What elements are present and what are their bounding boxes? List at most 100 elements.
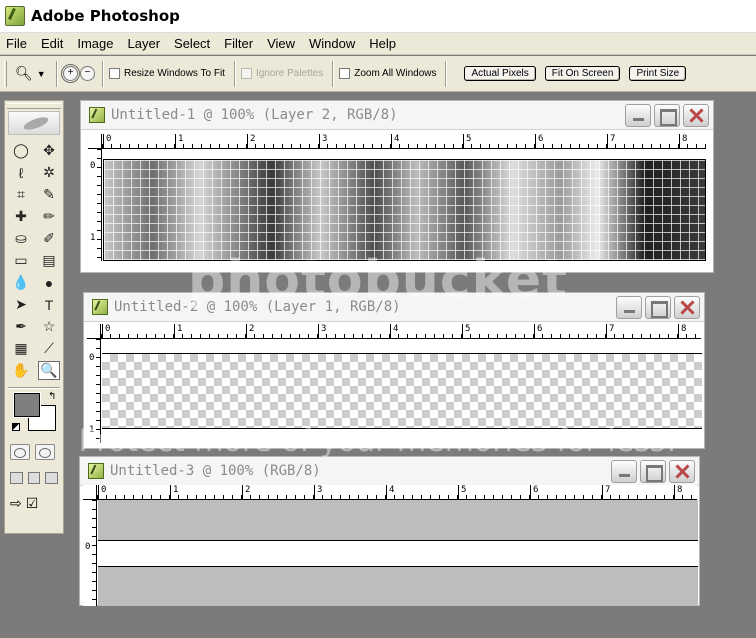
document-canvas-2-transparent[interactable]	[102, 353, 702, 429]
ruler-label: 8	[678, 134, 688, 149]
standard-screen-mode-icon[interactable]	[10, 472, 23, 484]
document-title-bar[interactable]: Untitled-3 @ 100% (RGB/8)	[80, 457, 699, 486]
ruler-label: 8	[673, 485, 683, 500]
menu-select[interactable]: Select	[167, 36, 217, 51]
document-canvas-1[interactable]	[103, 159, 706, 261]
tool-preset-picker[interactable]: 🔍︎ ▼	[15, 65, 51, 82]
stamp-icon[interactable]: ⛀	[10, 229, 32, 248]
path-selection-icon[interactable]: ➤	[10, 295, 32, 314]
horizontal-ruler[interactable]: 0 1 2 3 4 5 6 7 8	[101, 324, 701, 339]
standard-mode-icon[interactable]	[10, 444, 30, 460]
close-button[interactable]	[669, 460, 695, 483]
dropdown-arrow-icon: ▼	[36, 68, 46, 79]
toolbox-grip[interactable]	[7, 103, 61, 109]
ignore-palettes-checkbox: Ignore Palettes	[240, 68, 323, 79]
dodge-icon[interactable]: ●	[38, 273, 60, 292]
document-title: Untitled-3 @ 100% (RGB/8)	[110, 463, 321, 479]
ruler-label: 6	[534, 134, 544, 149]
type-icon[interactable]: T	[38, 295, 60, 314]
quick-mask-mode-icon[interactable]	[35, 444, 55, 460]
hand-icon[interactable]: ✋	[10, 361, 32, 380]
resize-windows-label: Resize Windows To Fit	[124, 68, 225, 79]
minimize-button[interactable]	[616, 296, 642, 319]
foreground-color-swatch[interactable]	[13, 392, 41, 418]
document-title-bar[interactable]: Untitled-1 @ 100% (Layer 2, RGB/8)	[81, 101, 713, 130]
lasso-icon[interactable]: ℓ	[10, 163, 32, 182]
minimize-button[interactable]	[625, 104, 651, 127]
vertical-ruler[interactable]: 0	[83, 500, 97, 606]
print-size-button[interactable]: Print Size	[629, 66, 687, 81]
menu-filter[interactable]: Filter	[217, 36, 260, 51]
swap-colors-icon[interactable]: ↰	[48, 391, 56, 402]
ruler-label: 3	[318, 134, 328, 149]
notes-icon[interactable]: ▦	[10, 339, 32, 358]
adobe-feather-icon[interactable]	[8, 111, 60, 135]
gradient-icon[interactable]: ▤	[38, 251, 60, 270]
move-icon[interactable]: ✥	[38, 141, 60, 160]
ruler-label: 5	[457, 485, 467, 500]
close-button[interactable]	[683, 104, 709, 127]
minimize-button[interactable]	[611, 460, 637, 483]
document-icon	[89, 107, 105, 123]
ruler-origin[interactable]	[83, 485, 97, 500]
jump-row: ⇨ ☑	[5, 491, 63, 516]
document-title-bar[interactable]: Untitled-2 @ 100% (Layer 1, RGB/8)	[84, 293, 704, 322]
document-window-3[interactable]: Untitled-3 @ 100% (RGB/8) 0 1 2 3 4 5 6 7 8 0	[79, 456, 700, 606]
toolbox: ◯ ✥ ℓ ✲ ⌗ ✎ ✚ ✏ ⛀ ✐ ▭ ▤ 💧 ● ➤ T ✒ ☆ ▦ ⟋ ✋ 🔍 ↰ ⇨ ☑	[4, 100, 64, 534]
full-screen-mode-icon[interactable]	[45, 472, 59, 484]
menu-layer[interactable]: Layer	[121, 36, 168, 51]
checkbox-box[interactable]	[339, 68, 351, 79]
document-window-1[interactable]: Untitled-1 @ 100% (Layer 2, RGB/8) 0 1 2 3 4…	[80, 100, 714, 273]
crop-icon[interactable]: ⌗	[10, 185, 32, 204]
blur-icon[interactable]: 💧	[10, 273, 32, 292]
checkbox-box[interactable]	[109, 68, 120, 79]
full-screen-menu-mode-icon[interactable]	[27, 472, 41, 484]
menu-help[interactable]: Help	[362, 36, 403, 51]
slice-icon[interactable]: ✎	[38, 185, 60, 204]
zoom-out-icon[interactable]: −	[80, 66, 95, 81]
zoom-all-windows-checkbox[interactable]: Zoom All Windows	[339, 68, 436, 79]
menu-image[interactable]: Image	[70, 36, 120, 51]
maximize-button[interactable]	[645, 296, 671, 319]
maximize-button[interactable]	[640, 460, 666, 483]
horizontal-ruler[interactable]: 0 1 2 3 4 5 6 7 8	[97, 485, 697, 500]
menu-edit[interactable]: Edit	[34, 36, 70, 51]
fit-on-screen-button[interactable]: Fit On Screen	[544, 66, 621, 81]
zoom-icon: 🔍︎	[15, 65, 33, 81]
zoom-in-icon[interactable]: +	[61, 64, 80, 83]
vertical-ruler[interactable]: 0 1	[87, 339, 101, 443]
ruler-label: 3	[313, 485, 323, 500]
options-bar-grip[interactable]	[4, 60, 7, 87]
history-brush-icon[interactable]: ✐	[38, 229, 60, 248]
shape-icon[interactable]: ☆	[38, 317, 60, 336]
ruler-label: 1	[173, 324, 183, 339]
eyedropper-icon[interactable]: ⟋	[38, 339, 60, 358]
maximize-button[interactable]	[654, 104, 680, 127]
magic-wand-icon[interactable]: ✲	[38, 163, 60, 182]
ruler-origin[interactable]	[87, 324, 101, 339]
ruler-label: 0	[85, 542, 91, 552]
document-canvas-3[interactable]	[98, 540, 698, 567]
menu-window[interactable]: Window	[302, 36, 362, 51]
menu-file[interactable]: File	[0, 36, 34, 51]
actual-pixels-button[interactable]: Actual Pixels	[464, 66, 536, 81]
healing-brush-icon[interactable]: ✚	[10, 207, 32, 226]
horizontal-ruler[interactable]: 0 1 2 3 4 5 6 7 8	[102, 134, 706, 149]
jump-to-imageready-icon[interactable]: ⇨	[10, 495, 22, 512]
ruler-label: 6	[533, 324, 543, 339]
edit-icon[interactable]: ☑	[26, 495, 39, 512]
eraser-icon[interactable]: ▭	[10, 251, 32, 270]
marquee-icon[interactable]: ◯	[10, 141, 32, 160]
pen-icon[interactable]: ✒	[10, 317, 32, 336]
zoom-icon[interactable]: 🔍	[38, 361, 60, 380]
close-button[interactable]	[674, 296, 700, 319]
default-colors-icon[interactable]	[12, 423, 20, 431]
brush-icon[interactable]: ✏	[38, 207, 60, 226]
vertical-ruler[interactable]: 0 1	[88, 149, 102, 261]
document-window-2[interactable]: Untitled-2 @ 100% (Layer 1, RGB/8) 0 1 2 3 4…	[83, 292, 705, 449]
menu-view[interactable]: View	[260, 36, 302, 51]
ruler-label: 8	[677, 324, 687, 339]
resize-windows-checkbox[interactable]: Resize Windows To Fit	[109, 68, 225, 79]
ruler-origin[interactable]	[88, 134, 102, 149]
separator	[233, 60, 236, 87]
